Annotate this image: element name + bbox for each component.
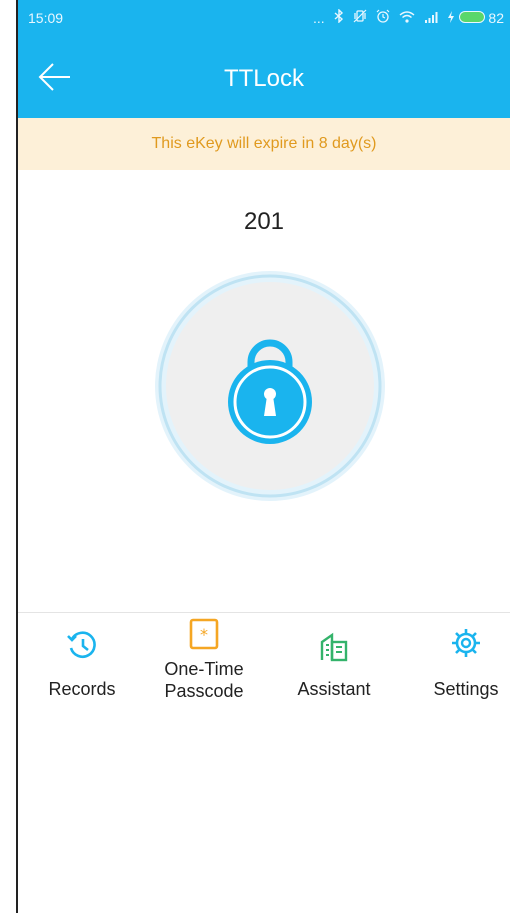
app-header: TTLock bbox=[18, 36, 510, 118]
status-icons: ... 82 bbox=[312, 8, 504, 26]
records-label: Records bbox=[48, 679, 116, 699]
one-time-passcode-button[interactable]: * One-Time Passcode bbox=[144, 618, 264, 738]
passcode-icon: * bbox=[189, 618, 219, 650]
battery-level: 82 bbox=[488, 9, 504, 26]
records-icon-wrap bbox=[22, 628, 142, 668]
history-icon bbox=[67, 631, 96, 658]
status-time: 15:09 bbox=[28, 10, 64, 26]
bluetooth-icon bbox=[334, 8, 344, 26]
assistant-button[interactable]: Assistant bbox=[274, 618, 394, 738]
app-screen: 15:09 ... 82 TTLock This eKey will expir… bbox=[18, 0, 510, 913]
unlock-button-graphic bbox=[155, 271, 385, 501]
assistant-label: Assistant bbox=[297, 679, 371, 699]
unlock-button[interactable] bbox=[154, 270, 386, 502]
page-title: TTLock bbox=[223, 65, 304, 92]
signal-icon bbox=[424, 10, 438, 26]
svg-text:*: * bbox=[200, 625, 208, 644]
action-bar: Records * One-Time Passcode Assistant Se… bbox=[18, 618, 510, 748]
divider bbox=[18, 612, 510, 613]
settings-label: Settings bbox=[433, 679, 499, 699]
settings-icon-wrap bbox=[406, 626, 510, 666]
alarm-icon bbox=[376, 9, 390, 26]
status-bar: 15:09 ... 82 bbox=[18, 0, 510, 36]
expiry-banner: This eKey will expire in 8 day(s) bbox=[18, 118, 510, 170]
settings-button[interactable]: Settings bbox=[406, 618, 510, 738]
vibrate-icon bbox=[353, 9, 367, 26]
wifi-icon bbox=[399, 10, 415, 26]
gear-icon bbox=[452, 629, 480, 657]
one-time-passcode-label: One-Time Passcode bbox=[164, 659, 244, 701]
lock-name: 201 bbox=[243, 208, 285, 235]
status-more-indicator: ... bbox=[312, 9, 325, 26]
screen-frame: 15:09 ... 82 TTLock This eKey will expir… bbox=[0, 0, 510, 913]
charging-icon bbox=[447, 10, 454, 23]
battery-indicator: 82 bbox=[447, 10, 504, 26]
building-icon bbox=[320, 632, 348, 662]
assistant-icon-wrap bbox=[274, 632, 394, 672]
passcode-icon-wrap: * bbox=[144, 618, 264, 658]
records-button[interactable]: Records bbox=[22, 618, 142, 738]
battery-icon bbox=[458, 10, 485, 23]
